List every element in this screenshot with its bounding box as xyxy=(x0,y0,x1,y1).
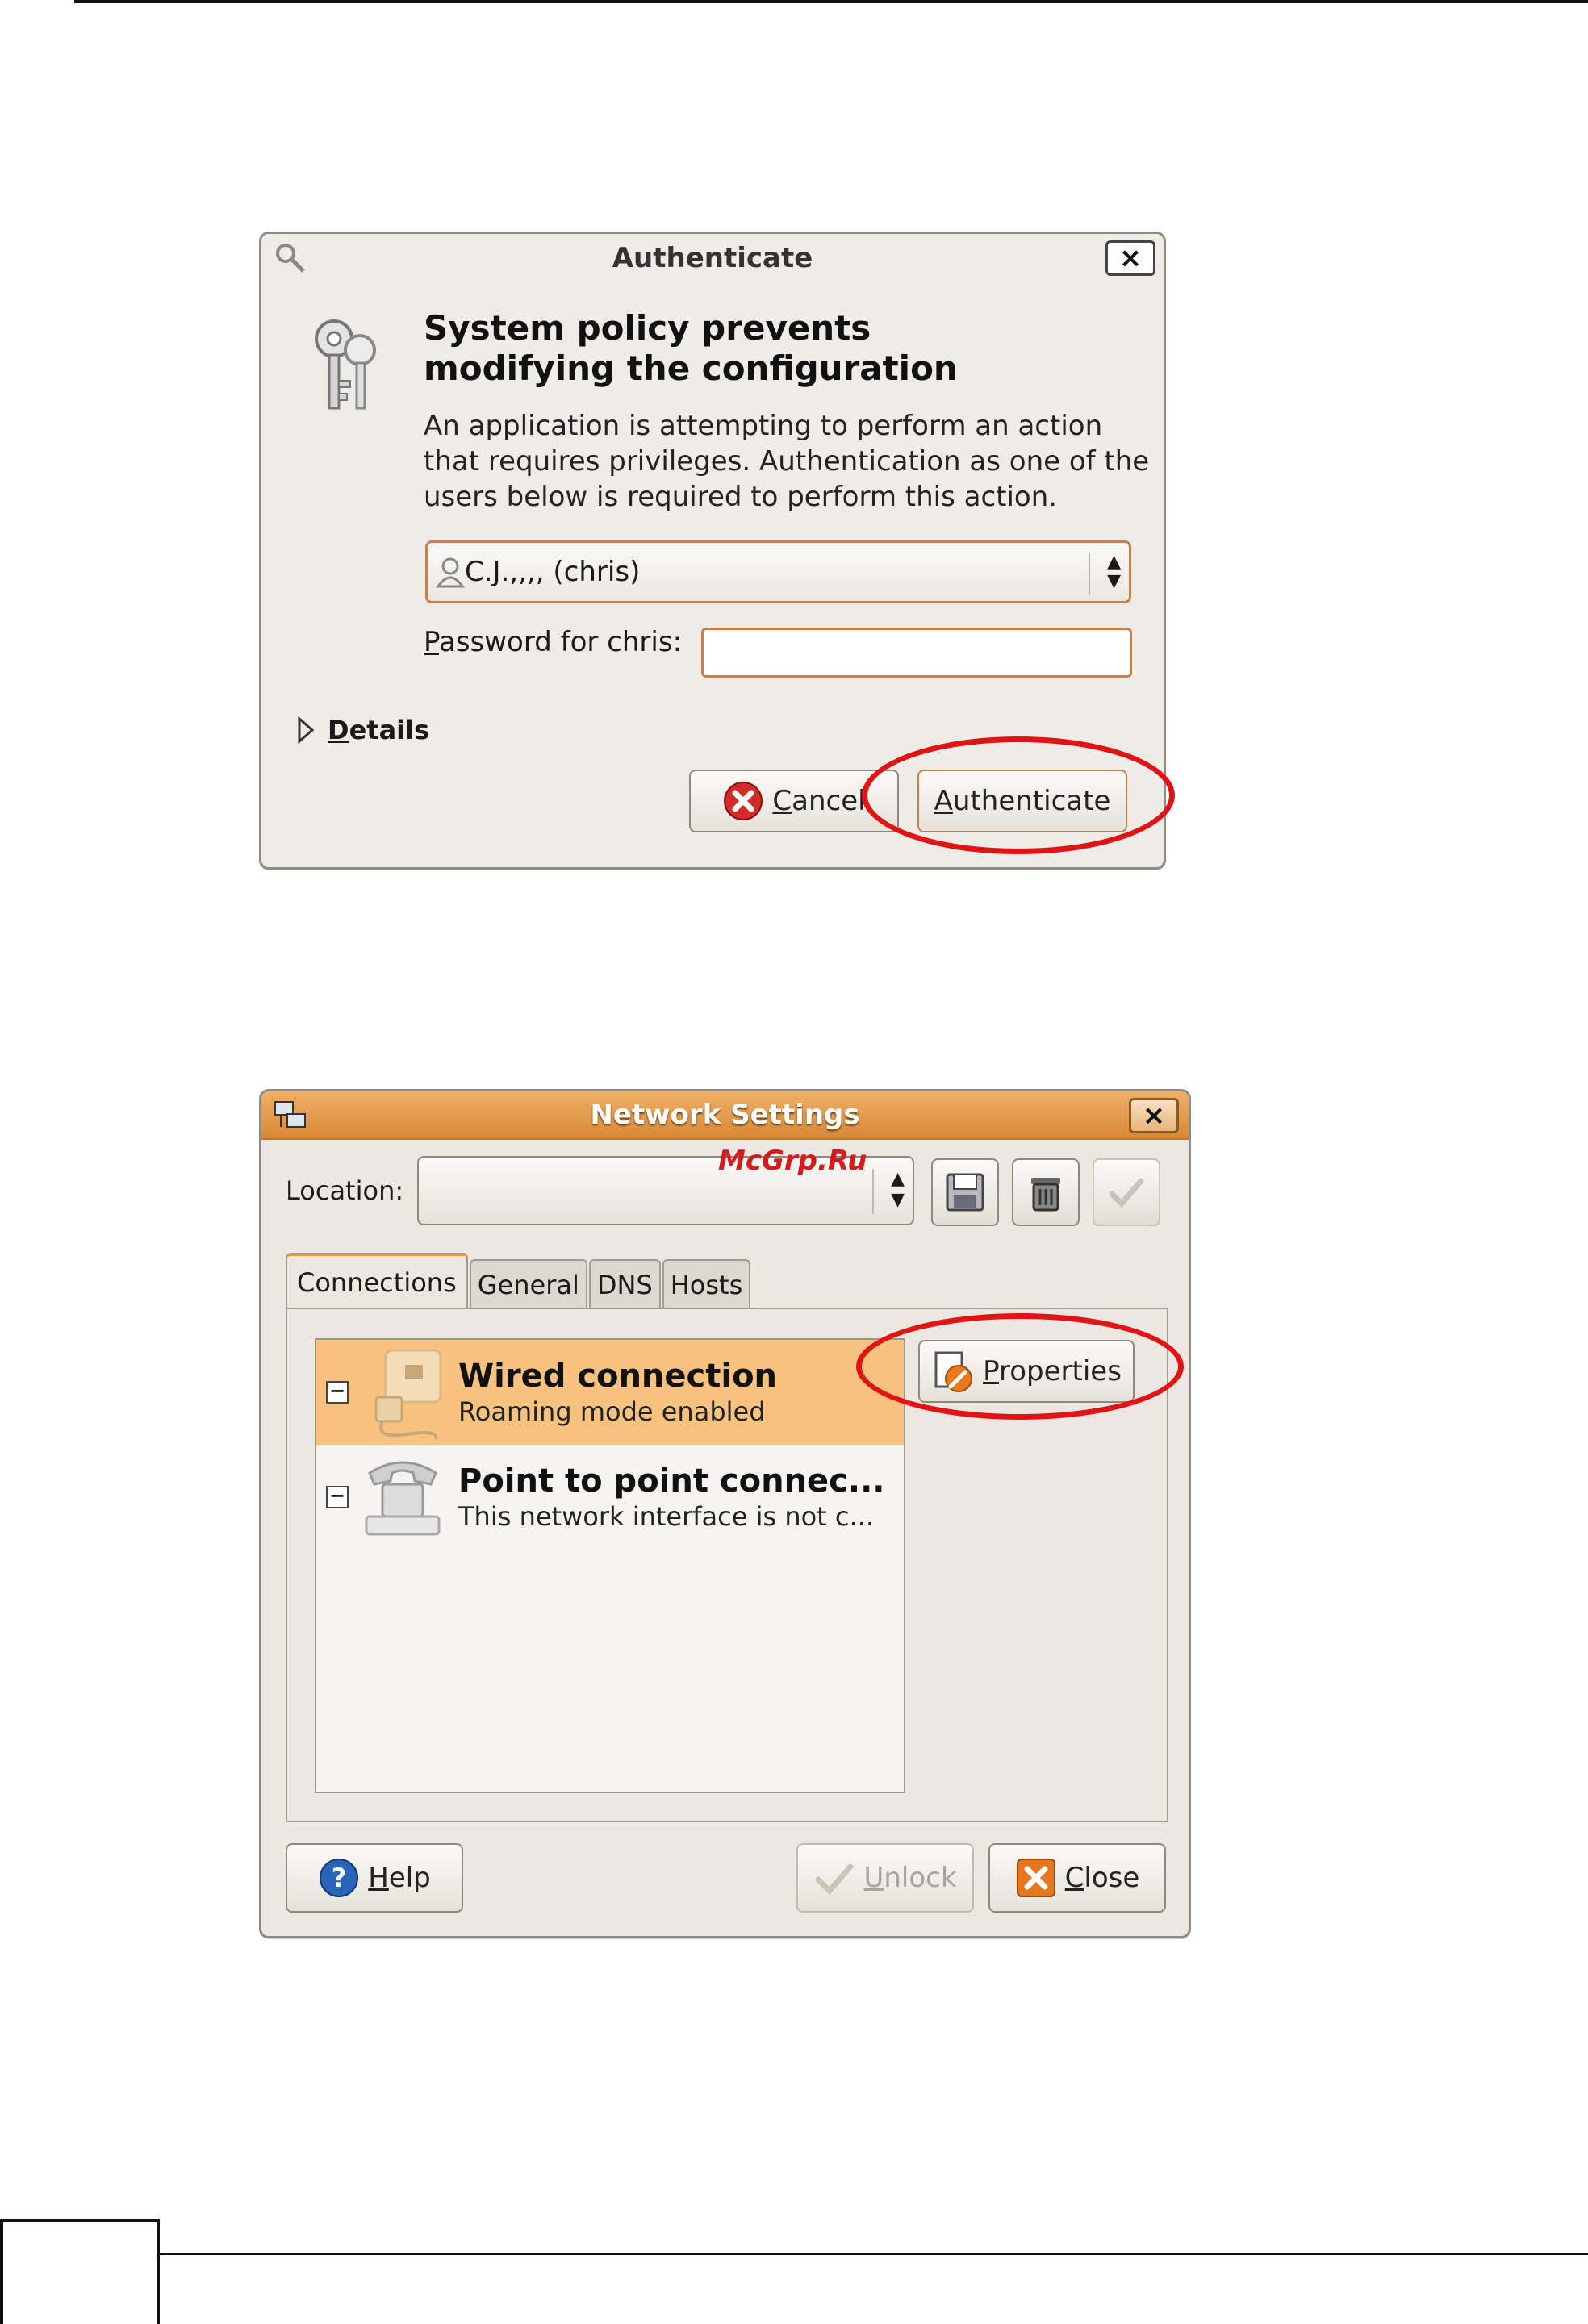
close-x-icon xyxy=(1016,1859,1055,1897)
save-location-button[interactable] xyxy=(931,1158,999,1226)
combo-arrows-icon: ▲ ▼ xyxy=(872,1169,905,1214)
combo-arrows-icon: ▲ ▼ xyxy=(1089,553,1121,595)
svg-text:?: ? xyxy=(332,1863,347,1893)
point-to-point-texts: Point to point connec... This network in… xyxy=(458,1462,884,1533)
list-item-wired-connection[interactable]: − Wired connection Roaming mode enabled xyxy=(316,1340,904,1445)
details-label: Details xyxy=(328,715,430,745)
close-label: Close xyxy=(1064,1862,1140,1894)
page-top-rule xyxy=(74,0,1588,3)
check-icon xyxy=(1109,1178,1144,1208)
trash-icon xyxy=(1031,1178,1060,1212)
watermark: McGrp.Ru xyxy=(718,1145,867,1177)
unlock-button[interactable]: Unlock xyxy=(796,1843,974,1913)
expander-triangle-icon xyxy=(298,716,315,744)
auth-body-line: users below is required to perform this … xyxy=(424,481,1058,513)
auth-body-line: An application is attempting to perform … xyxy=(424,410,1103,442)
apply-location-button[interactable] xyxy=(1093,1158,1160,1226)
auth-title: Authenticate xyxy=(612,242,813,274)
close-button[interactable]: Close xyxy=(988,1843,1166,1913)
user-select-combo[interactable]: C.J.,,,, (chris) ▲ ▼ xyxy=(425,540,1131,603)
user-icon xyxy=(436,557,465,588)
connection-description: This network interface is not c... xyxy=(458,1501,874,1532)
check-icon xyxy=(815,1863,854,1896)
page-bottom-rule xyxy=(158,2253,1588,2255)
connection-name: Wired connection xyxy=(458,1358,778,1395)
connection-name: Point to point connec... xyxy=(458,1462,885,1500)
help-icon: ? xyxy=(320,1859,359,1897)
close-icon: × xyxy=(1142,1099,1166,1132)
auth-close-button[interactable]: × xyxy=(1105,240,1155,276)
list-item-point-to-point[interactable]: − Point to point connec... This network … xyxy=(316,1445,904,1550)
tab-general[interactable]: General xyxy=(469,1259,587,1309)
network-titlebar[interactable]: Network Settings × xyxy=(261,1091,1189,1140)
auth-body-line: that requires privileges. Authentication… xyxy=(424,445,1150,478)
password-input[interactable] xyxy=(701,628,1132,678)
connection-description: Roaming mode enabled xyxy=(458,1396,766,1427)
tab-strip: Connections General DNS Hosts xyxy=(286,1253,752,1309)
location-label: Location: xyxy=(286,1175,404,1206)
telephone-icon xyxy=(365,1461,441,1536)
save-icon xyxy=(946,1173,984,1212)
auth-heading-line: modifying the configuration xyxy=(424,348,958,388)
tab-hosts[interactable]: Hosts xyxy=(662,1259,751,1309)
cancel-x-icon xyxy=(724,782,763,820)
password-label: Password for chris: xyxy=(424,626,683,658)
auth-heading-line: System policy prevents xyxy=(424,308,871,348)
keys-icon xyxy=(315,319,376,410)
network-title: Network Settings xyxy=(590,1099,860,1131)
highlight-oval-properties xyxy=(856,1313,1184,1420)
enable-checkbox[interactable]: − xyxy=(326,1381,349,1404)
network-icon xyxy=(274,1101,306,1128)
tab-dns[interactable]: DNS xyxy=(588,1259,661,1309)
user-select-value: C.J.,,,, (chris) xyxy=(465,556,641,588)
cancel-label: Cancel xyxy=(772,785,866,817)
network-close-x-button[interactable]: × xyxy=(1129,1098,1179,1133)
wired-connection-texts: Wired connection Roaming mode enabled xyxy=(458,1357,777,1428)
delete-location-button[interactable] xyxy=(1012,1158,1080,1226)
key-search-icon xyxy=(276,244,305,273)
auth-body-text: An application is attempting to perform … xyxy=(424,408,1150,515)
page-number-box xyxy=(0,2219,160,2324)
enable-checkbox[interactable]: − xyxy=(326,1486,349,1508)
connections-list[interactable]: − Wired connection Roaming mode enabled … xyxy=(315,1338,905,1793)
unlock-label: Unlock xyxy=(863,1862,957,1894)
help-label: Help xyxy=(368,1862,431,1894)
tab-connections[interactable]: Connections xyxy=(286,1253,468,1309)
auth-heading: System policy prevents modifying the con… xyxy=(424,308,1118,389)
ethernet-icon xyxy=(374,1349,442,1440)
details-expander[interactable]: Details xyxy=(297,715,429,745)
network-settings-dialog: Network Settings × Location: ▲ ▼ McGrp.Ru… xyxy=(259,1089,1191,1938)
highlight-oval-authenticate xyxy=(862,736,1175,854)
close-icon: × xyxy=(1118,242,1143,274)
help-button[interactable]: ? Help xyxy=(286,1843,463,1913)
auth-titlebar[interactable]: Authenticate × xyxy=(261,234,1164,282)
